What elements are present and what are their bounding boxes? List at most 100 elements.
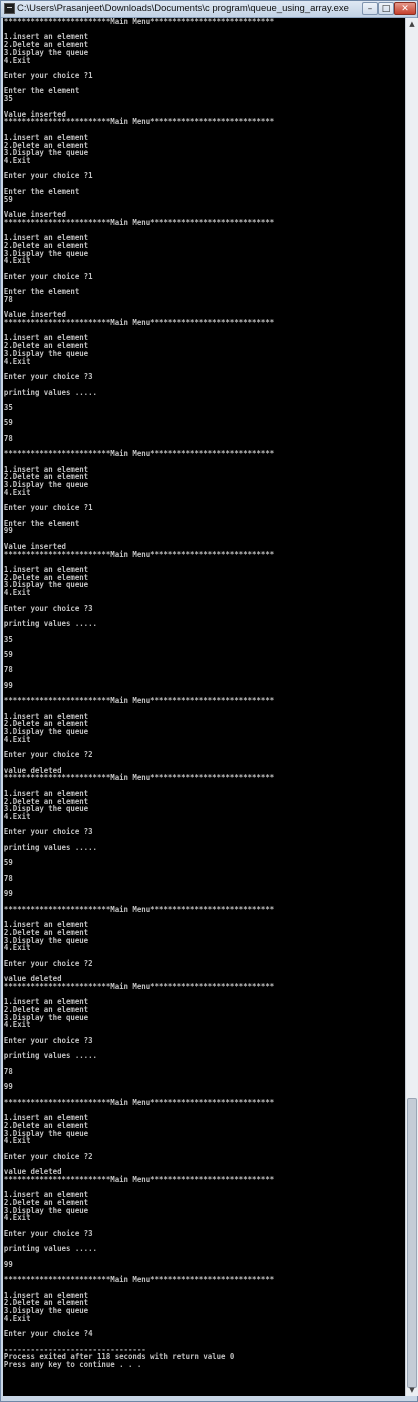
console-line: Enter your choice ?3 xyxy=(3,827,93,837)
console-line: 3.Display the queue xyxy=(3,47,89,57)
console-line: 3.Display the queue xyxy=(3,480,89,490)
console-line: 4.Exit xyxy=(3,256,31,266)
console-line: Enter the element xyxy=(3,186,80,196)
console-line: ************************Main Menu*******… xyxy=(3,549,275,559)
console-window: C:\Users\Prasanjeet\Downloads\Documents\… xyxy=(0,0,418,1402)
console-line: 4.Exit xyxy=(3,943,31,953)
console-line: ************************Main Menu*******… xyxy=(3,449,275,459)
console-line: 4.Exit xyxy=(3,734,31,744)
console-line: 35 xyxy=(3,402,13,412)
console-line: 78 xyxy=(3,665,13,675)
maximize-button[interactable]: □ xyxy=(378,2,394,15)
console-line: 78 xyxy=(3,294,13,304)
console-line: 99 xyxy=(3,526,13,536)
window-title: C:\Users\Prasanjeet\Downloads\Documents\… xyxy=(17,3,349,14)
console-line: Enter your choice ?2 xyxy=(3,750,93,760)
console-line: 4.Exit xyxy=(3,55,31,65)
console-output[interactable]: ************************Main Menu*******… xyxy=(3,18,405,1396)
console-line: 59 xyxy=(3,649,13,659)
console-line: 4.Exit xyxy=(3,812,31,822)
console-line: 4.Exit xyxy=(3,588,31,598)
console-line: Enter your choice ?1 xyxy=(3,271,93,281)
minimize-button[interactable]: – xyxy=(362,2,378,15)
console-line: Enter the element xyxy=(3,86,80,96)
console-line: ************************Main Menu*******… xyxy=(3,18,275,26)
console-line: Enter your choice ?1 xyxy=(3,71,93,81)
vertical-scrollbar[interactable]: ▲ ▼ xyxy=(405,18,418,1396)
console-line: 99 xyxy=(3,889,13,899)
console-line: 3.Display the queue xyxy=(3,804,89,814)
console-line: 4.Exit xyxy=(3,1313,31,1323)
console-line: 3.Display the queue xyxy=(3,1128,89,1138)
console-line: Enter the element xyxy=(3,287,80,297)
console-line: 4.Exit xyxy=(3,1213,31,1223)
console-line: ************************Main Menu*******… xyxy=(3,117,275,127)
console-line: ************************Main Menu*******… xyxy=(3,1097,275,1107)
scroll-thumb[interactable] xyxy=(407,1098,417,1388)
console-line: 3.Display the queue xyxy=(3,148,89,158)
console-line: Enter your choice ?1 xyxy=(3,503,93,513)
console-line: printing values ..... xyxy=(3,387,97,397)
console-app-icon[interactable] xyxy=(4,3,15,14)
console-line: printing values ..... xyxy=(3,1051,97,1061)
console-line: ************************Main Menu*******… xyxy=(3,318,275,328)
console-line: 3.Display the queue xyxy=(3,248,89,258)
console-line: Enter your choice ?3 xyxy=(3,372,93,382)
title-bar[interactable]: C:\Users\Prasanjeet\Downloads\Documents\… xyxy=(1,1,417,18)
console-line: 99 xyxy=(3,680,13,690)
console-line: 35 xyxy=(3,634,13,644)
console-line: Enter your choice ?3 xyxy=(3,603,93,613)
close-button[interactable]: ✕ xyxy=(394,2,416,15)
console-line: Enter the element xyxy=(3,518,80,528)
console-line: printing values ..... xyxy=(3,842,97,852)
console-line: 59 xyxy=(3,418,13,428)
console-line: 99 xyxy=(3,1259,13,1269)
console-line: 4.Exit xyxy=(3,487,31,497)
console-line: ************************Main Menu*******… xyxy=(3,217,275,227)
console-line: 4.Exit xyxy=(3,1020,31,1030)
console-line: ************************Main Menu*******… xyxy=(3,1275,275,1285)
console-line: 59 xyxy=(3,858,13,868)
scroll-down-arrow-icon[interactable]: ▼ xyxy=(406,1384,418,1396)
console-line: ************************Main Menu*******… xyxy=(3,904,275,914)
console-line: Enter your choice ?3 xyxy=(3,1228,93,1238)
console-line: 4.Exit xyxy=(3,356,31,366)
console-line: 4.Exit xyxy=(3,155,31,165)
console-line: 78 xyxy=(3,433,13,443)
console-line: ************************Main Menu*******… xyxy=(3,1174,275,1184)
console-line: 3.Display the queue xyxy=(3,727,89,737)
console-line: 4.Exit xyxy=(3,1136,31,1146)
console-line: Enter your choice ?1 xyxy=(3,171,93,181)
console-line: 78 xyxy=(3,1066,13,1076)
console-line: Enter your choice ?2 xyxy=(3,1151,93,1161)
scroll-up-arrow-icon[interactable]: ▲ xyxy=(406,18,418,30)
console-line: 78 xyxy=(3,873,13,883)
console-line: 3.Display the queue xyxy=(3,1012,89,1022)
console-line: Enter your choice ?3 xyxy=(3,1035,93,1045)
console-line: ************************Main Menu*******… xyxy=(3,773,275,783)
console-line: printing values ..... xyxy=(3,1244,97,1254)
console-line: 3.Display the queue xyxy=(3,1306,89,1316)
console-line: printing values ..... xyxy=(3,619,97,629)
console-line: 99 xyxy=(3,1082,13,1092)
console-line: 3.Display the queue xyxy=(3,348,89,358)
console-line: 59 xyxy=(3,194,13,204)
console-line: 3.Display the queue xyxy=(3,1205,89,1215)
console-line: ************************Main Menu*******… xyxy=(3,696,275,706)
console-line: 3.Display the queue xyxy=(3,580,89,590)
console-line: 3.Display the queue xyxy=(3,935,89,945)
console-line: Enter your choice ?4 xyxy=(3,1329,93,1339)
console-line: Press any key to continue . . . xyxy=(3,1360,142,1370)
